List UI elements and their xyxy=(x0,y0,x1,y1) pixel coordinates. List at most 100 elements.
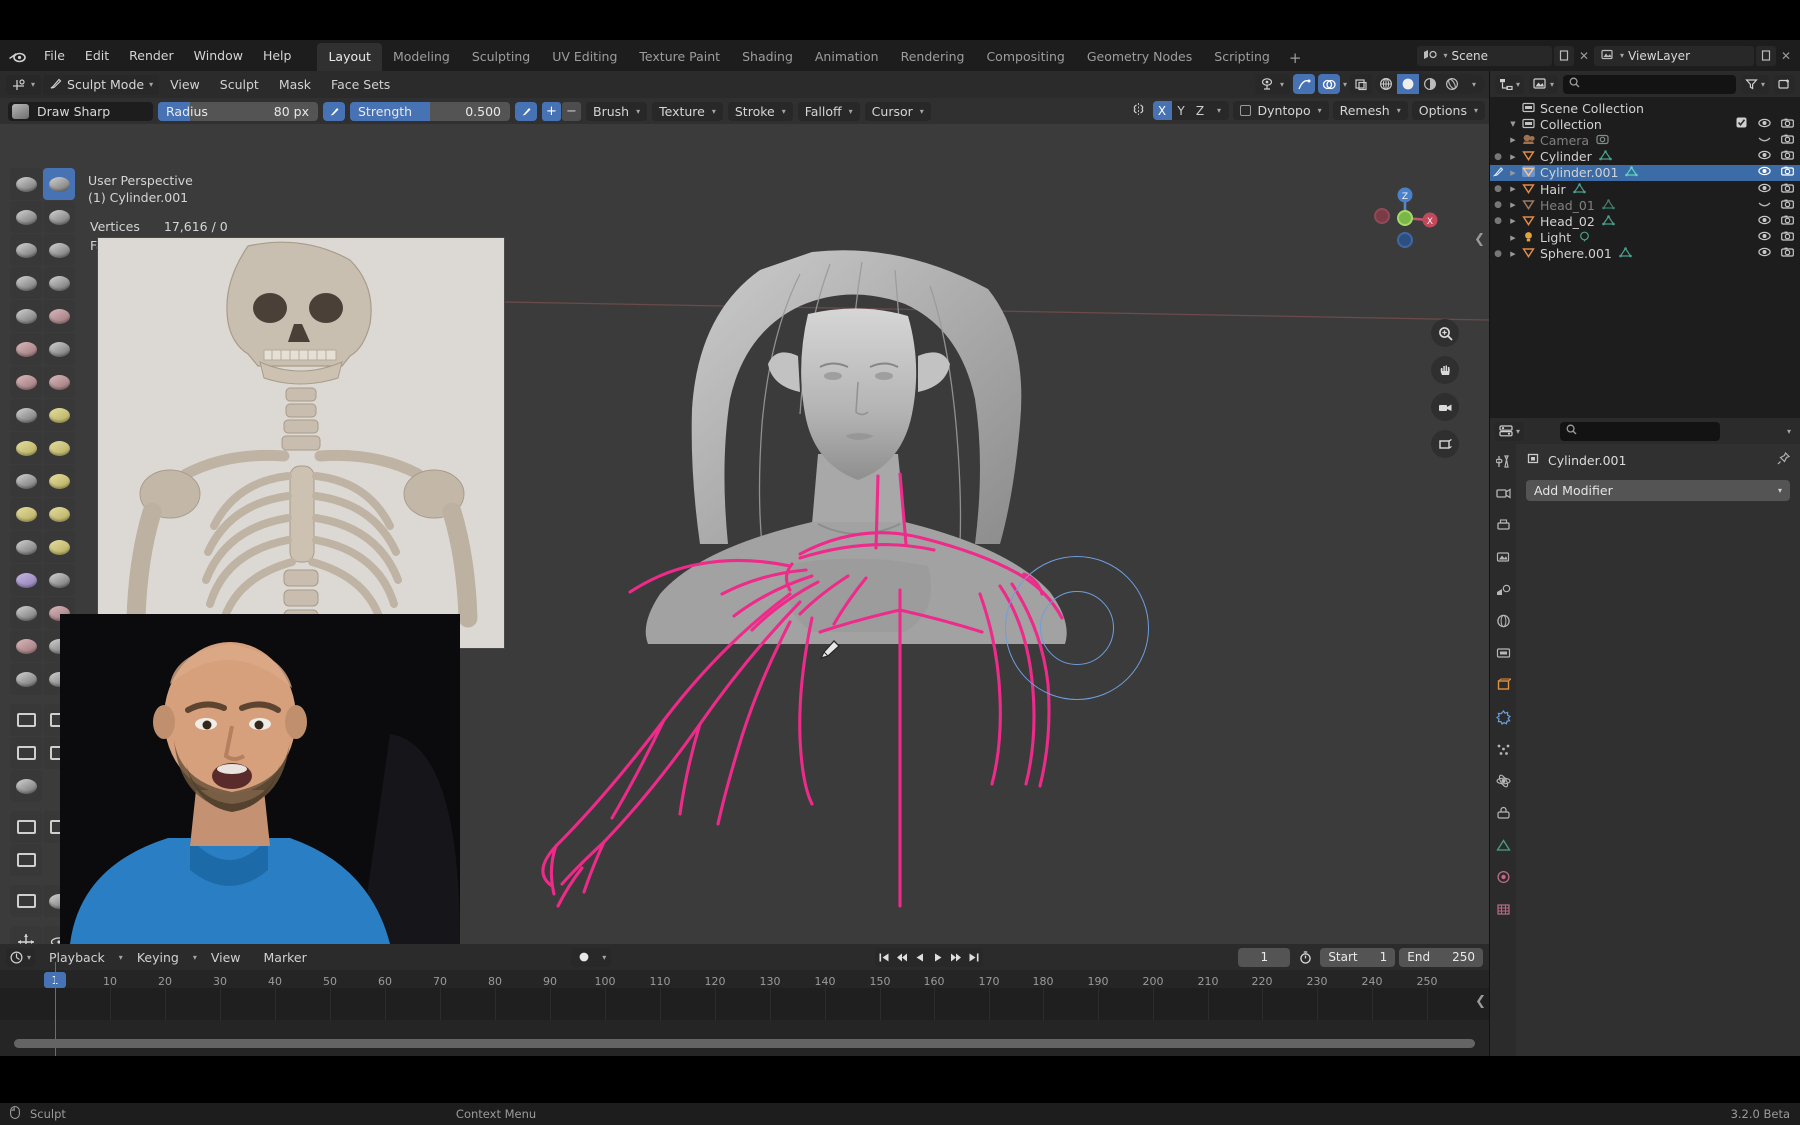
eye-open-icon[interactable] xyxy=(1757,231,1771,244)
prev-keyframe-icon[interactable] xyxy=(893,948,911,967)
tool-fill-icon[interactable] xyxy=(43,333,75,365)
tool-slide-relax-icon[interactable] xyxy=(10,531,42,563)
properties-options-caret-icon[interactable]: ▾ xyxy=(1787,427,1795,436)
frame-start-field[interactable]: Start 1 xyxy=(1320,947,1396,967)
tool-smooth-icon[interactable] xyxy=(43,300,75,332)
tool-paint-icon[interactable] xyxy=(10,663,42,695)
eye-open-icon[interactable] xyxy=(1757,166,1771,179)
reference-image[interactable] xyxy=(97,237,505,649)
3d-viewport[interactable]: User Perspective (1) Cylinder.001 Vertic… xyxy=(0,124,1489,944)
zoom-icon[interactable] xyxy=(1431,319,1459,347)
ortho-persp-icon[interactable] xyxy=(1431,430,1459,458)
timeline-horizontal-scrollbar[interactable] xyxy=(14,1039,1475,1048)
outliner-row-sphere-001[interactable]: ● ▶ Sphere.001 xyxy=(1490,246,1800,262)
pin-icon[interactable] xyxy=(1777,451,1791,468)
outliner-row-hair[interactable]: ● ▶ Hair xyxy=(1490,181,1800,197)
camera-icon[interactable] xyxy=(1780,166,1794,179)
eye-open-icon[interactable] xyxy=(1757,183,1771,196)
tab-tool-icon[interactable] xyxy=(1494,452,1512,470)
tab-geometry-nodes[interactable]: Geometry Nodes xyxy=(1076,43,1203,71)
eye-open-icon[interactable] xyxy=(1757,118,1771,131)
cursor-dropdown[interactable]: Cursor ▾ xyxy=(864,101,931,121)
overlays-icon[interactable] xyxy=(1317,74,1340,94)
vp-menu-mask[interactable]: Mask xyxy=(270,75,320,94)
timeline-keyframe-band[interactable] xyxy=(0,988,1489,1020)
strength-pressure-icon[interactable] xyxy=(515,101,537,121)
remesh-dropdown[interactable]: Remesh ▾ xyxy=(1332,101,1408,120)
options-dropdown[interactable]: Options ▾ xyxy=(1411,101,1485,120)
tool-elastic-deform-icon[interactable] xyxy=(10,432,42,464)
expand-triangle-icon[interactable]: ▶ xyxy=(1506,185,1520,193)
outliner-editor[interactable]: ▾ ▾ ▾ Scene Collection ▼ Collection ▶ Ca… xyxy=(1489,71,1800,418)
brush-direction-subtract-button[interactable]: − xyxy=(562,101,581,121)
tool-inflate-icon[interactable] xyxy=(10,267,42,299)
tab-collection-icon[interactable] xyxy=(1494,644,1512,662)
remove-viewlayer-icon[interactable]: ✕ xyxy=(1778,49,1794,63)
tool-cloth-icon[interactable] xyxy=(10,564,42,596)
tab-particles-icon[interactable] xyxy=(1494,740,1512,758)
menu-window[interactable]: Window xyxy=(184,45,253,66)
vp-menu-view[interactable]: View xyxy=(161,75,209,94)
outliner-display-mode-icon[interactable]: ▾ xyxy=(1495,74,1525,94)
xray-icon[interactable] xyxy=(1350,74,1372,94)
eye-closed-icon[interactable] xyxy=(1757,134,1771,147)
expand-triangle-icon[interactable]: ▶ xyxy=(1506,153,1520,161)
menu-help[interactable]: Help xyxy=(253,45,302,66)
tool-multires-displacement-eraser-icon[interactable] xyxy=(10,630,42,662)
overlays-caret-icon[interactable]: ▾ xyxy=(1343,80,1347,89)
remove-scene-icon[interactable]: ✕ xyxy=(1576,49,1592,63)
properties-editor-icon[interactable]: ▾ xyxy=(1495,421,1525,441)
tool-pose-icon[interactable] xyxy=(43,465,75,497)
outliner-row-scene-collection[interactable]: Scene Collection xyxy=(1490,100,1800,116)
editor-type-icon[interactable]: ▾ xyxy=(6,74,42,95)
expand-triangle-icon[interactable]: ▶ xyxy=(1506,234,1520,242)
tool-clay-icon[interactable] xyxy=(10,201,42,233)
tool-draw-sharp-icon[interactable] xyxy=(43,168,75,200)
expand-triangle-icon[interactable]: ▼ xyxy=(1506,120,1520,128)
tab-scripting[interactable]: Scripting xyxy=(1203,43,1281,71)
expand-triangle-icon[interactable]: ▶ xyxy=(1506,201,1520,209)
tool-pinch-icon[interactable] xyxy=(10,399,42,431)
expand-triangle-icon[interactable]: ▶ xyxy=(1506,136,1520,144)
radius-pressure-icon[interactable] xyxy=(323,101,345,121)
tab-shading[interactable]: Shading xyxy=(731,43,804,71)
tab-constraints-icon[interactable] xyxy=(1494,804,1512,822)
tab-texture-icon[interactable] xyxy=(1494,900,1512,918)
symmetry-axis-y[interactable]: Y xyxy=(1172,101,1191,120)
tab-modeling[interactable]: Modeling xyxy=(382,43,461,71)
camera-icon[interactable] xyxy=(1780,134,1794,147)
tool-edit-face-set-icon[interactable] xyxy=(10,885,42,917)
outliner-row-head-02[interactable]: ● ▶ Head_02 xyxy=(1490,213,1800,229)
tab-viewlayer-icon[interactable] xyxy=(1494,548,1512,566)
tool-move-icon[interactable] xyxy=(10,926,42,944)
menu-edit[interactable]: Edit xyxy=(75,45,119,66)
viewlayer-selector[interactable]: ▾ ViewLayer xyxy=(1594,45,1754,66)
tool-multiplane-scrape-icon[interactable] xyxy=(43,366,75,398)
outliner-row-collection[interactable]: ▼ Collection xyxy=(1490,116,1800,132)
outliner-row-head-01[interactable]: ● ▶ Head_01 xyxy=(1490,197,1800,213)
new-collection-icon[interactable] xyxy=(1774,74,1795,94)
blender-logo-icon[interactable] xyxy=(0,40,34,71)
tab-data-icon[interactable] xyxy=(1494,836,1512,854)
camera-icon[interactable] xyxy=(1780,215,1794,228)
camera-icon[interactable] xyxy=(1780,183,1794,196)
tool-box-mask-icon[interactable] xyxy=(10,704,42,736)
viewport-sidebar-collapse-arrow[interactable]: ❮ xyxy=(1474,232,1485,247)
pan-hand-icon[interactable] xyxy=(1431,356,1459,384)
tool-simplify-icon[interactable] xyxy=(43,564,75,596)
falloff-dropdown[interactable]: Falloff ▾ xyxy=(797,101,860,121)
radius-slider[interactable]: Radius 80 px xyxy=(158,101,318,121)
brush-direction-add-button[interactable]: + xyxy=(542,101,561,121)
shading-material-preview-button[interactable] xyxy=(1419,74,1441,94)
expand-triangle-icon[interactable]: ▶ xyxy=(1506,217,1520,225)
outliner-row-cylinder-001[interactable]: ▶ Cylinder.001 xyxy=(1490,164,1800,181)
timeline-menu-marker[interactable]: Marker xyxy=(255,948,316,967)
timeline-menu-playback[interactable]: Playback xyxy=(40,948,114,967)
brush-dropdown[interactable]: Brush ▾ xyxy=(586,101,648,121)
tab-object-icon[interactable] xyxy=(1494,676,1512,694)
tool-clay-strips-icon[interactable] xyxy=(43,201,75,233)
shading-wireframe-button[interactable] xyxy=(1375,74,1397,94)
tool-scrape-icon[interactable] xyxy=(10,366,42,398)
filter-id-icon[interactable]: ▾ xyxy=(1529,74,1559,94)
collection-checkbox[interactable] xyxy=(1734,117,1748,131)
